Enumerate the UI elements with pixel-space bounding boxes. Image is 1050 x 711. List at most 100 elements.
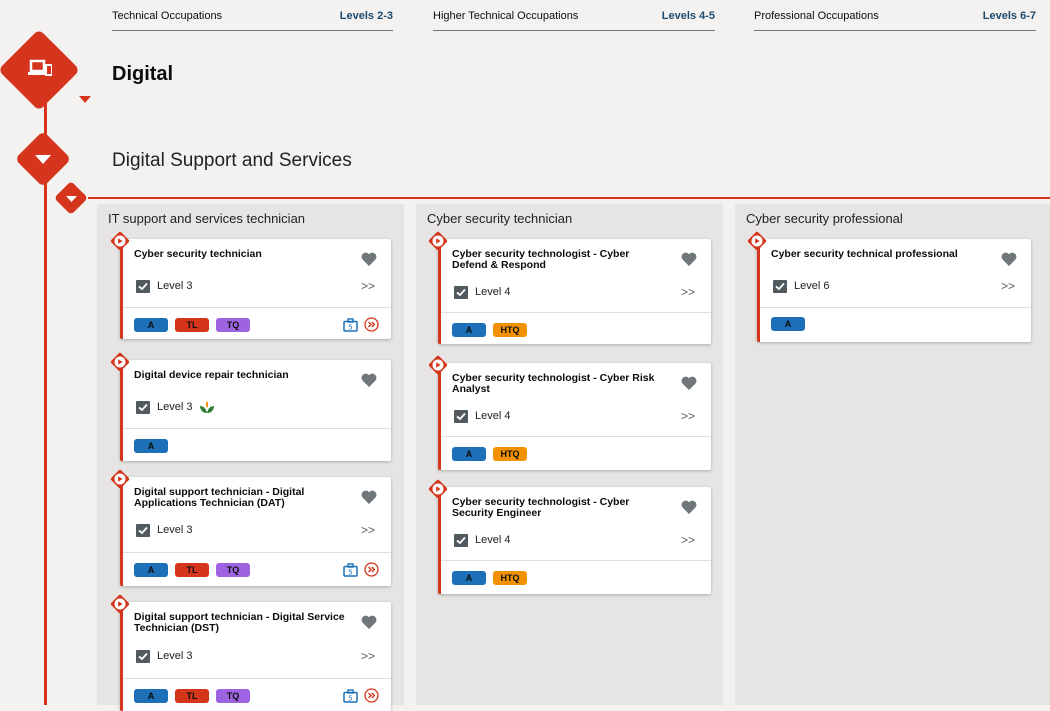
tag-higher-technical-qualification: HTQ: [493, 323, 527, 337]
briefcase-icon[interactable]: 5: [343, 317, 358, 332]
tag-apprenticeship: A: [134, 318, 168, 332]
card-tags: A TL TQ: [134, 318, 250, 332]
level-band-range: Levels 2-3: [339, 10, 393, 22]
clipboard-check-icon: [136, 524, 150, 537]
occupation-card[interactable]: Cyber security technologist - Cyber Risk…: [428, 355, 711, 470]
tag-higher-technical-qualification: HTQ: [493, 447, 527, 461]
play-marker-icon: [747, 231, 767, 251]
route-toggle-button[interactable]: [0, 28, 96, 114]
briefcase-icon[interactable]: 5: [343, 688, 358, 703]
heart-icon[interactable]: [681, 252, 697, 266]
chevron-right-double-icon[interactable]: >>: [681, 409, 695, 423]
fast-forward-circle-icon[interactable]: [364, 562, 379, 577]
clipboard-check-icon: [773, 280, 787, 293]
play-marker-icon: [110, 469, 130, 489]
tag-apprenticeship: A: [134, 439, 168, 453]
card-level: Level 4: [454, 409, 510, 423]
svg-text:5: 5: [348, 323, 352, 331]
tag-higher-technical-qualification: HTQ: [493, 571, 527, 585]
card-tags: A HTQ: [452, 323, 527, 337]
play-marker-icon: [428, 355, 448, 375]
card-title[interactable]: Cyber security technologist - Cyber Secu…: [452, 497, 652, 519]
tag-technical-qualification: TQ: [216, 689, 250, 703]
chevron-right-double-icon[interactable]: >>: [681, 533, 695, 547]
level-text: Level 3: [157, 524, 193, 536]
card-tags: A: [771, 317, 805, 331]
occupation-card[interactable]: Cyber security technician Level 3 >> A T…: [110, 231, 391, 339]
level-band-professional: Professional Occupations Levels 6-7: [754, 0, 1036, 31]
chevron-right-double-icon[interactable]: >>: [681, 285, 695, 299]
chevron-right-double-icon[interactable]: >>: [361, 279, 375, 293]
chevron-right-double-icon[interactable]: >>: [361, 523, 375, 537]
heart-icon[interactable]: [681, 376, 697, 390]
clipboard-check-icon: [454, 410, 468, 423]
level-text: Level 6: [794, 280, 830, 292]
level-text: Level 4: [475, 286, 511, 298]
clipboard-check-icon: [136, 401, 150, 414]
card-title[interactable]: Cyber security technologist - Cyber Risk…: [452, 373, 667, 395]
heart-icon[interactable]: [361, 373, 377, 387]
clipboard-check-icon: [454, 286, 468, 299]
clipboard-check-icon: [136, 650, 150, 663]
card-title[interactable]: Cyber security technician: [134, 249, 356, 260]
card-divider: [123, 678, 391, 679]
card-tags: A: [134, 439, 168, 453]
card-title[interactable]: Digital support technician - Digital App…: [134, 487, 356, 509]
level-band-name: Professional Occupations: [754, 10, 879, 22]
play-marker-icon: [110, 594, 130, 614]
fast-forward-circle-icon[interactable]: [364, 317, 379, 332]
column-title: IT support and services technician: [108, 211, 306, 226]
card-divider: [441, 436, 711, 437]
occupation-column: IT support and services technician Cyber…: [97, 204, 404, 711]
card-divider: [441, 312, 711, 313]
level-band-range: Levels 6-7: [982, 10, 1036, 22]
card-divider: [760, 307, 1031, 308]
occupation-card[interactable]: Digital device repair technician Level 3…: [110, 352, 391, 461]
card-title[interactable]: Cyber security technologist - Cyber Defe…: [452, 249, 652, 271]
tag-technical-qualification: TQ: [216, 318, 250, 332]
column-title: Cyber security professional: [746, 211, 903, 226]
card-tags: A TL TQ: [134, 563, 250, 577]
heart-icon[interactable]: [361, 252, 377, 266]
card-divider: [441, 560, 711, 561]
occupation-card[interactable]: Cyber security technologist - Cyber Secu…: [428, 479, 711, 594]
play-marker-icon: [428, 479, 448, 499]
level-band-range: Levels 4-5: [661, 10, 715, 22]
pathway-toggle-button[interactable]: [14, 130, 74, 188]
pathway-title: Digital Support and Services: [112, 150, 352, 171]
card-divider: [123, 428, 391, 429]
card-tags: A HTQ: [452, 447, 527, 461]
cluster-toggle-button[interactable]: [54, 181, 90, 216]
occupation-card[interactable]: Cyber security technical professional Le…: [747, 231, 1031, 342]
card-divider: [123, 552, 391, 553]
card-level: Level 4: [454, 285, 510, 299]
chevron-right-double-icon[interactable]: >>: [361, 649, 375, 663]
level-text: Level 4: [475, 410, 511, 422]
tag-apprenticeship: A: [134, 563, 168, 577]
card-divider: [123, 307, 391, 308]
card-route-icons: 5: [343, 317, 379, 332]
occupation-card[interactable]: Digital support technician - Digital Ser…: [110, 594, 391, 711]
heart-icon[interactable]: [361, 490, 377, 504]
play-marker-icon: [110, 231, 130, 251]
heart-icon[interactable]: [361, 615, 377, 629]
level-text: Level 3: [157, 280, 193, 292]
tag-t-level: TL: [175, 689, 209, 703]
heart-icon[interactable]: [1001, 252, 1017, 266]
heart-icon[interactable]: [681, 500, 697, 514]
tag-technical-qualification: TQ: [216, 563, 250, 577]
chevron-right-double-icon[interactable]: >>: [1001, 279, 1015, 293]
briefcase-icon[interactable]: 5: [343, 562, 358, 577]
tag-apprenticeship: A: [452, 447, 486, 461]
occupation-card[interactable]: Cyber security technologist - Cyber Defe…: [428, 231, 711, 344]
card-title[interactable]: Digital device repair technician: [134, 370, 356, 381]
fast-forward-circle-icon[interactable]: [364, 688, 379, 703]
level-text: Level 3: [157, 401, 193, 413]
occupation-column: Cyber security professional Cyber securi…: [735, 204, 1050, 705]
svg-text:5: 5: [348, 568, 352, 576]
card-title[interactable]: Cyber security technical professional: [771, 249, 991, 260]
levels-header: Technical Occupations Levels 2-3 Higher …: [112, 0, 1042, 31]
occupation-card[interactable]: Digital support technician - Digital App…: [110, 469, 391, 586]
level-text: Level 4: [475, 534, 511, 546]
card-title[interactable]: Digital support technician - Digital Ser…: [134, 612, 356, 634]
